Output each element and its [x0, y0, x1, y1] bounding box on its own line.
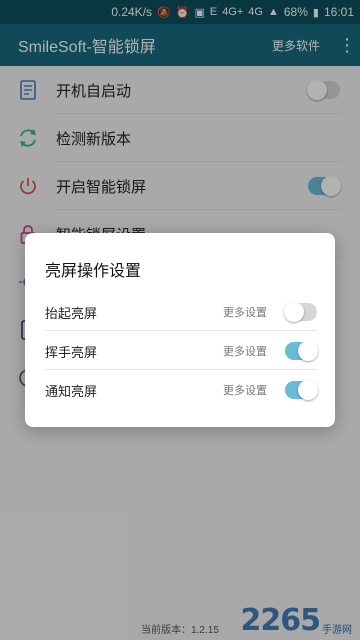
dialog-item-raise-to-wake[interactable]: 抬起亮屏 更多设置: [45, 293, 317, 331]
dialog-item-label: 通知亮屏: [45, 383, 98, 399]
more-settings-link[interactable]: 更多设置: [223, 382, 267, 398]
dialog-title: 亮屏操作设置: [45, 263, 142, 280]
notification-wake-toggle[interactable]: [285, 380, 318, 400]
more-settings-link[interactable]: 更多设置: [223, 304, 267, 320]
dialog-item-notification-wake[interactable]: 通知亮屏 更多设置: [45, 371, 318, 409]
raise-to-wake-toggle[interactable]: [284, 302, 317, 322]
wave-to-wake-toggle[interactable]: [285, 341, 318, 361]
more-settings-link[interactable]: 更多设置: [223, 343, 267, 359]
screen-wake-dialog: 亮屏操作设置 抬起亮屏 更多设置 挥手亮屏 更多设置 通知亮屏 更多设置: [25, 233, 335, 427]
dialog-item-label: 挥手亮屏: [45, 344, 98, 360]
dialog-item-wave-to-wake[interactable]: 挥手亮屏 更多设置: [45, 332, 318, 370]
dialog-item-label: 抬起亮屏: [45, 305, 98, 321]
